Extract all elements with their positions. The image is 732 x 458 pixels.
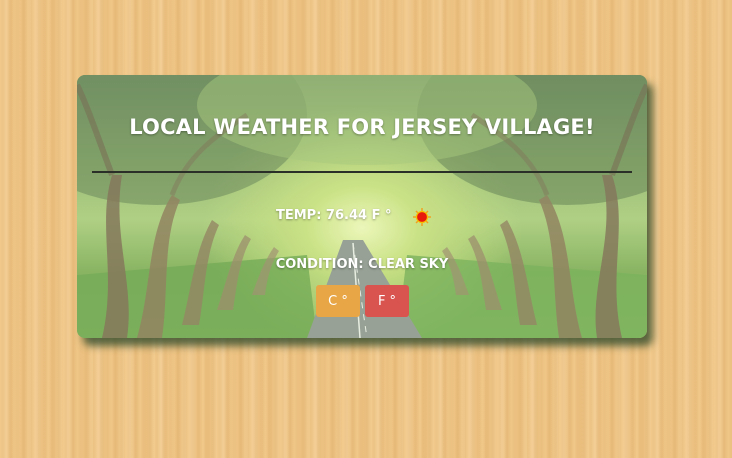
sun-icon [413,208,431,226]
temperature-label: TEMP: 76.44 F ° [276,208,392,223]
fahrenheit-button[interactable]: F ° [365,285,409,317]
title-divider [92,171,632,173]
celsius-button[interactable]: C ° [316,285,360,317]
temperature-row: TEMP: 76.44 F ° [77,206,647,228]
condition-label: CONDITION: CLEAR SKY [275,257,449,272]
unit-toggle-group: C ° F ° [316,285,410,317]
weather-card: LOCAL WEATHER FOR JERSEY VILLAGE! TEMP: … [77,75,647,338]
page-title: LOCAL WEATHER FOR JERSEY VILLAGE! [129,115,595,139]
